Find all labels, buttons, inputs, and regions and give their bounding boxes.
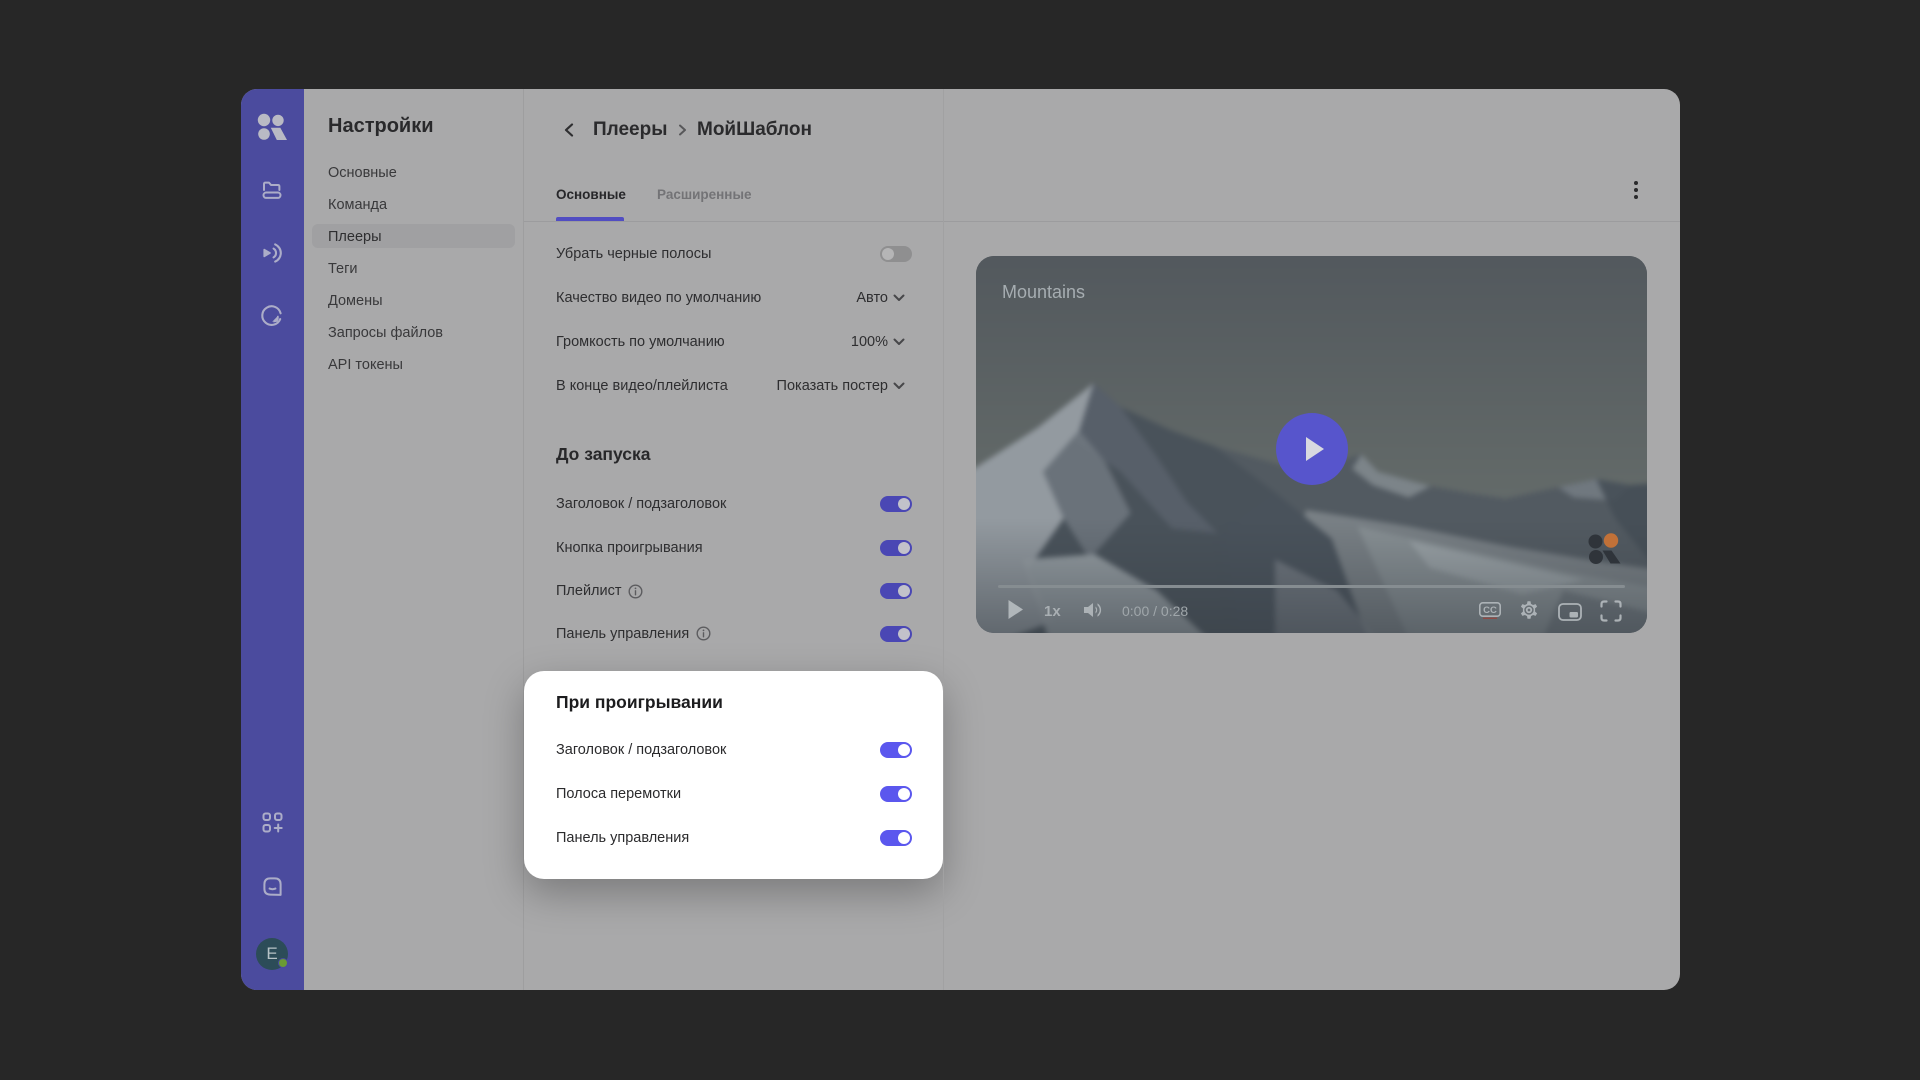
svg-text:CC: CC: [1483, 605, 1497, 616]
